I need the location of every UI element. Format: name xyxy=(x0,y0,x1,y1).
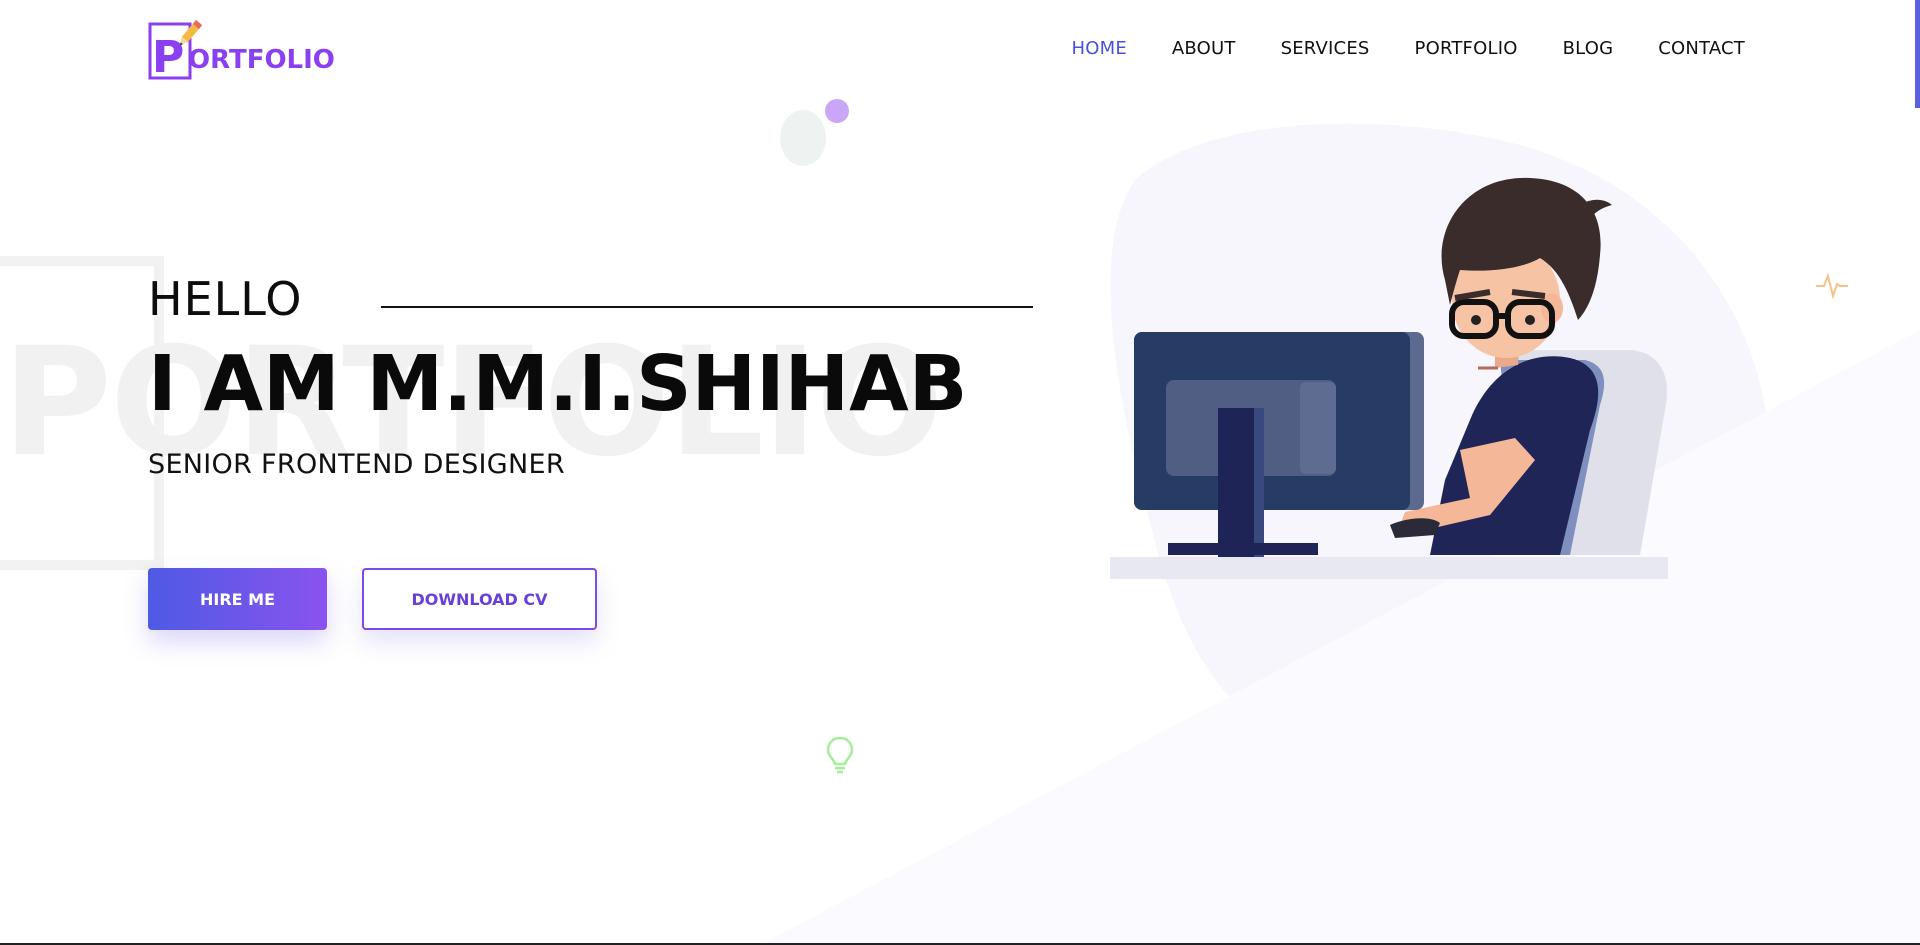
hero-text: HELLO I AM M.M.I.SHIHAB SENIOR FRONTEND … xyxy=(148,272,1033,480)
main-nav: HOME ABOUT SERVICES PORTFOLIO BLOG CONTA… xyxy=(1072,38,1746,59)
site-logo[interactable]: P ORTFOLIO xyxy=(148,18,348,82)
greeting-divider xyxy=(381,306,1033,308)
decor-blob xyxy=(780,110,826,166)
hero-role: SENIOR FRONTEND DESIGNER xyxy=(148,449,565,480)
hero-greeting: HELLO xyxy=(148,272,303,326)
lightbulb-icon xyxy=(826,736,854,774)
download-cv-button[interactable]: DOWNLOAD CV xyxy=(362,568,597,630)
nav-services[interactable]: SERVICES xyxy=(1281,38,1370,59)
decor-dot xyxy=(825,99,849,123)
pulse-icon xyxy=(1816,272,1848,300)
hero-name: I AM M.M.I.SHIHAB xyxy=(148,340,968,429)
developer-illustration xyxy=(1110,177,1668,579)
svg-text:P: P xyxy=(152,32,184,82)
nav-portfolio[interactable]: PORTFOLIO xyxy=(1415,38,1518,59)
nav-home[interactable]: HOME xyxy=(1072,38,1127,59)
scroll-indicator xyxy=(1915,0,1920,108)
nav-contact[interactable]: CONTACT xyxy=(1658,38,1745,59)
logo-text: ORTFOLIO xyxy=(188,45,335,75)
nav-about[interactable]: ABOUT xyxy=(1172,38,1236,59)
nav-blog[interactable]: BLOG xyxy=(1563,38,1614,59)
hire-me-button[interactable]: HIRE ME xyxy=(148,568,327,630)
